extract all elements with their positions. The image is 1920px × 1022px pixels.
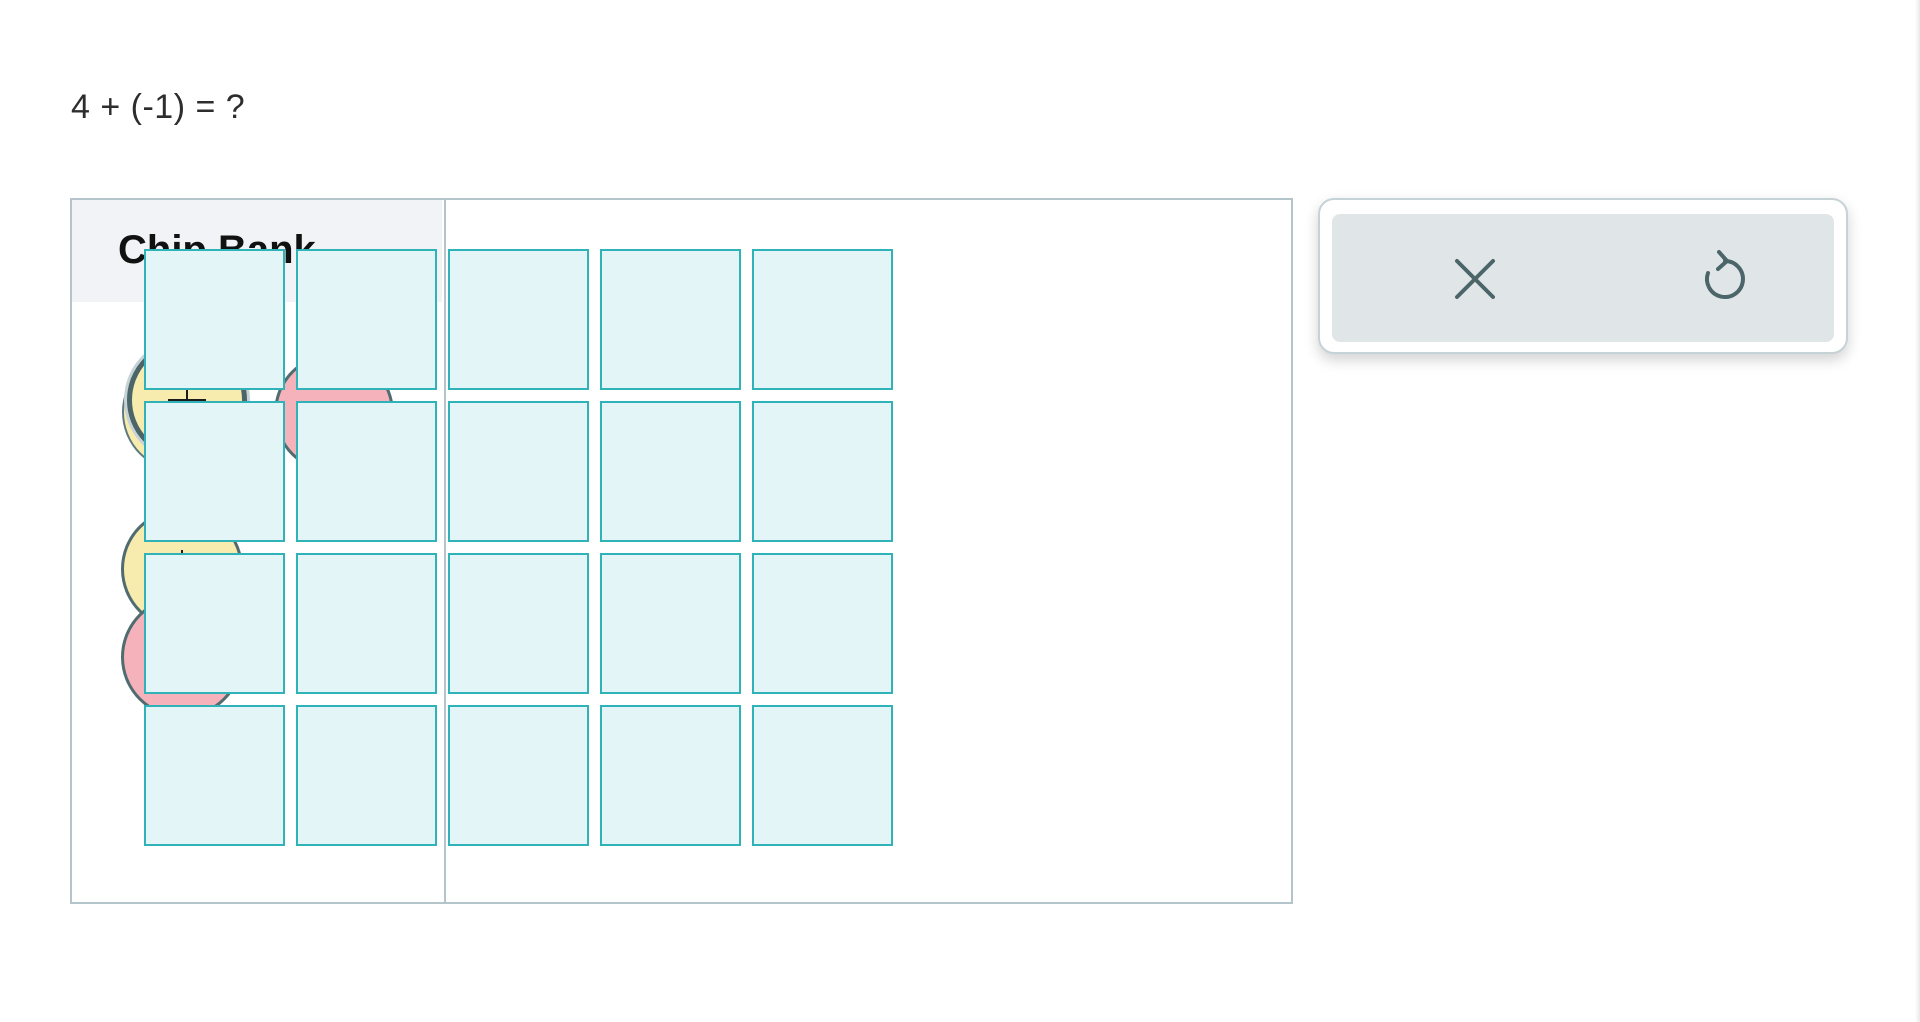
mat-cell[interactable] [600,249,741,390]
mat-cell[interactable] [144,401,285,542]
mat-cell[interactable] [296,249,437,390]
clear-button[interactable] [1430,234,1520,324]
mat-cell[interactable] [752,249,893,390]
mat-cell[interactable] [296,705,437,846]
redo-icon [1704,250,1745,299]
mat-cell[interactable] [600,553,741,694]
mat-cell[interactable] [144,705,285,846]
scrollbar-edge [1915,0,1920,1022]
close-icon [1455,259,1495,299]
reset-button[interactable] [1680,234,1770,324]
mat-cell[interactable] [448,249,589,390]
mat-cell[interactable] [752,705,893,846]
toolbar-card [1318,198,1848,354]
page: 4 + (-1) = ? Chip Bank ✥ [0,0,1920,1022]
mat-cell[interactable] [600,705,741,846]
question-text: 4 + (-1) = ? [71,88,246,126]
mat-cell[interactable] [296,553,437,694]
mat-cell[interactable] [144,553,285,694]
mat-cell[interactable] [144,249,285,390]
toolbar [1332,214,1834,342]
mat-cell[interactable] [296,401,437,542]
mat-cell[interactable] [752,553,893,694]
workspace-board: Chip Bank ✥ [70,198,1293,904]
mat-cell[interactable] [448,553,589,694]
mat-cell[interactable] [600,401,741,542]
mat-cell[interactable] [752,401,893,542]
mat-cell[interactable] [448,705,589,846]
mat-cell[interactable] [448,401,589,542]
